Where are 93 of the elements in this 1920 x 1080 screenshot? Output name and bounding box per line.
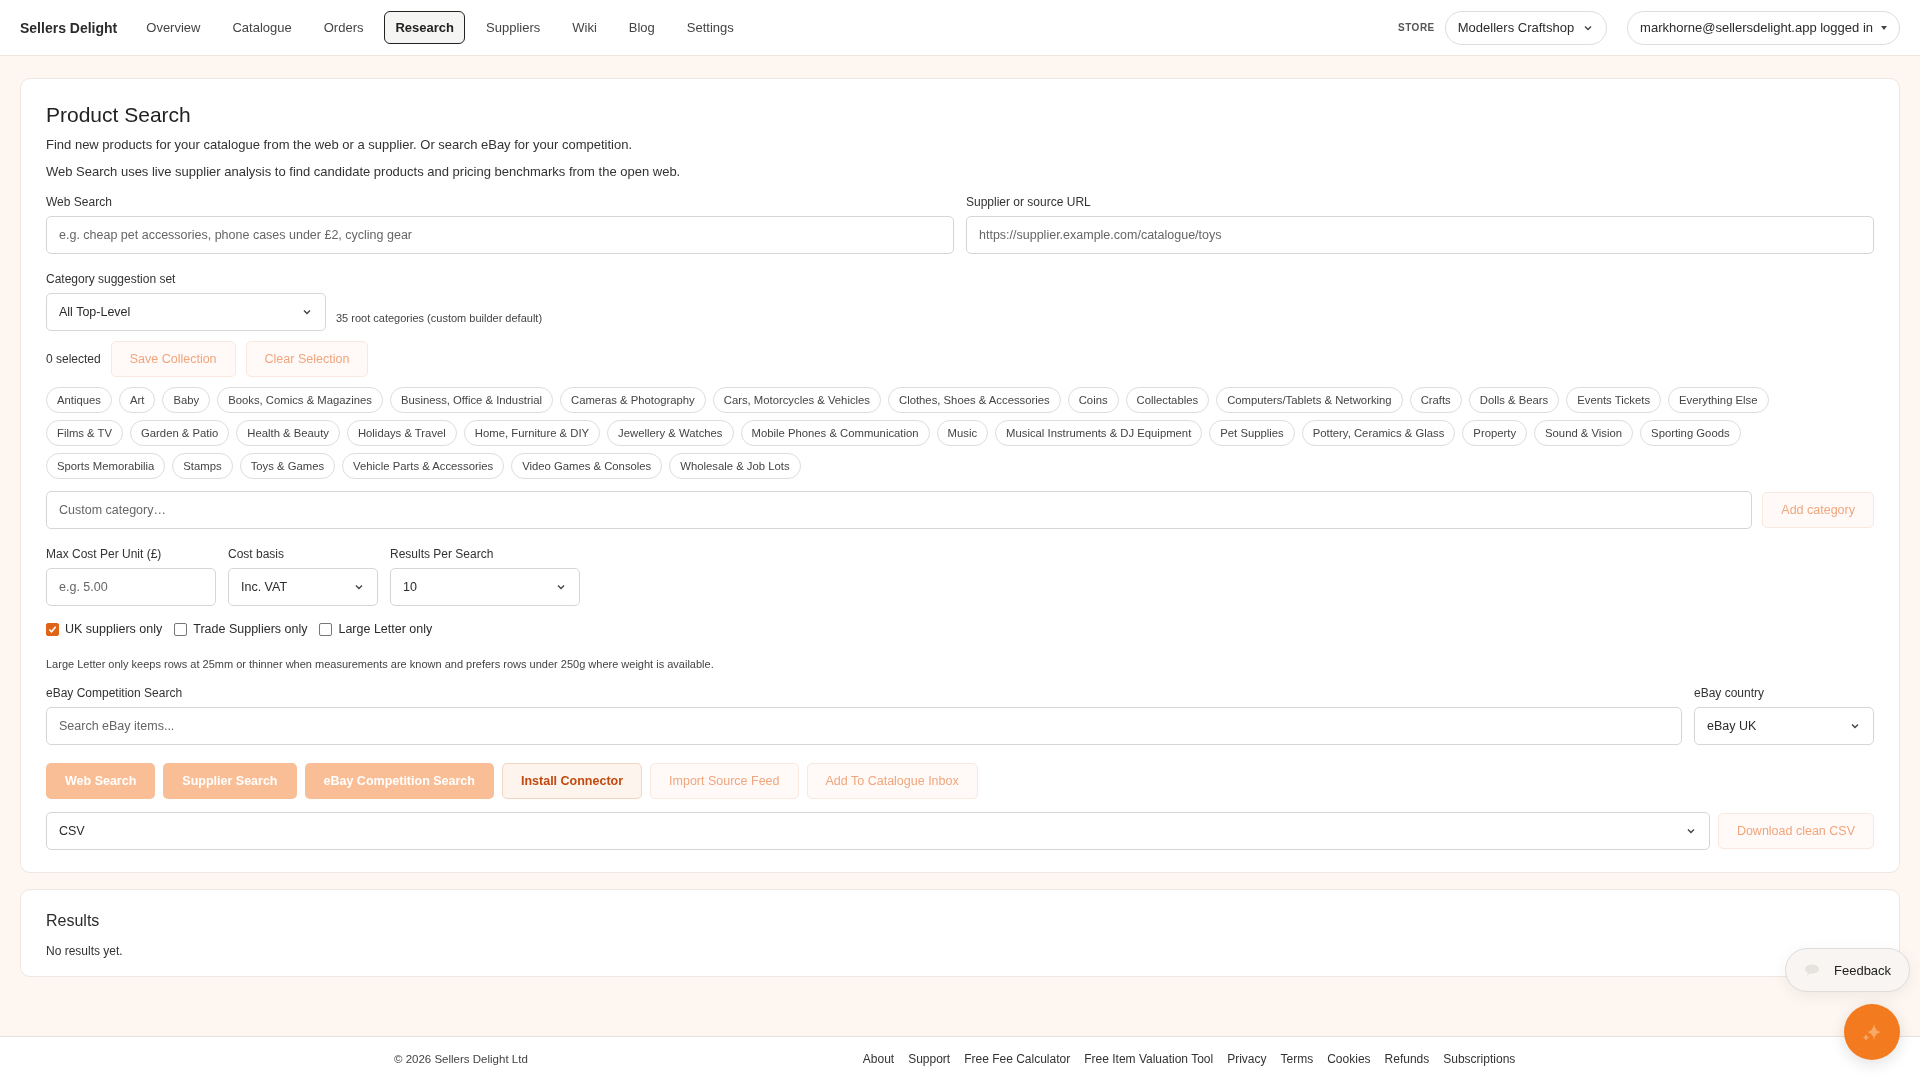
footer-link[interactable]: Support [908, 1051, 951, 1066]
store-selector[interactable]: Modellers Craftshop [1444, 10, 1608, 45]
field-label: Category suggestion set [46, 272, 177, 286]
dropdown[interactable]: All Top-Level [46, 293, 326, 331]
button[interactable]: Install Connector [501, 763, 643, 799]
checkbox-label: UK suppliers only [65, 622, 163, 636]
checkbox[interactable] [174, 622, 188, 636]
footer-link[interactable]: Cookies [1327, 1051, 1371, 1066]
footer-link[interactable]: About [862, 1051, 895, 1066]
dropdown[interactable]: eBay UK [1694, 707, 1874, 745]
account-menu[interactable]: markhorne@sellersdelight.app logged in [1627, 10, 1900, 45]
copyright-text: © 2026 Sellers Delight Ltd [394, 1052, 528, 1065]
category-chip[interactable]: Holidays & Travel [346, 420, 457, 446]
helper-text: 35 root categories (custom builder default) [336, 312, 543, 324]
brand-name: Sellers Delight [20, 19, 118, 36]
category-chip[interactable]: Cameras & Photography [560, 387, 706, 413]
category-chip[interactable]: Health & Beauty [236, 420, 340, 446]
category-chip[interactable]: Cars, Motorcycles & Vehicles [712, 387, 881, 413]
field-label: eBay country [1694, 686, 1766, 700]
category-chip[interactable]: Coins [1067, 387, 1119, 413]
category-chip[interactable]: Property [1462, 420, 1528, 446]
footer-link[interactable]: Subscriptions [1443, 1051, 1516, 1066]
feedback-button[interactable]: Feedback [1785, 948, 1911, 992]
category-chip[interactable]: Garden & Patio [130, 420, 230, 446]
category-chip[interactable]: Antiques [46, 387, 112, 413]
category-chip[interactable]: Toys & Games [239, 453, 336, 479]
category-chip[interactable]: Events Tickets [1566, 387, 1662, 413]
category-chip[interactable]: Business, Office & Industrial [389, 387, 553, 413]
category-chip[interactable]: Everything Else [1668, 387, 1769, 413]
category-chip[interactable]: Pottery, Ceramics & Glass [1301, 420, 1456, 446]
field-label: Results Per Search [390, 547, 495, 561]
checkbox[interactable] [319, 622, 333, 636]
nav-tab[interactable]: Research [384, 11, 465, 44]
empty-state-text: No results yet. [46, 944, 124, 958]
selection-count: 0 selected [46, 352, 101, 366]
helper-text: Large Letter only keeps rows at 25mm or thinner when measurements are known and prefers rows under 250g where weight is available. [46, 658, 715, 670]
dropdown[interactable]: Inc. VAT [228, 568, 378, 606]
category-chip[interactable]: Sound & Vision [1534, 420, 1634, 446]
nav-tab[interactable]: Settings [675, 11, 745, 44]
input-field[interactable]: Search eBay items... [46, 707, 1682, 745]
nav-tab[interactable]: Blog [617, 11, 666, 44]
category-chip[interactable]: Sports Memorabilia [46, 453, 166, 479]
category-chip[interactable]: Home, Furniture & DIY [463, 420, 601, 446]
input-field[interactable]: e.g. 5.00 [46, 568, 216, 606]
category-chip[interactable]: Musical Instruments & DJ Equipment [995, 420, 1203, 446]
category-chip[interactable]: Pet Supplies [1209, 420, 1295, 446]
nav-tab[interactable]: Catalogue [221, 11, 303, 44]
footer-link[interactable]: Terms [1280, 1051, 1314, 1066]
page-title: Product Search [46, 103, 192, 127]
category-chip[interactable]: Clothes, Shoes & Accessories [888, 387, 1061, 413]
field-label: Supplier or source URL [966, 195, 1092, 209]
category-chip[interactable]: Vehicle Parts & Accessories [342, 453, 505, 479]
footer-link[interactable]: Free Fee Calculator [964, 1051, 1071, 1066]
category-chip[interactable]: Art [118, 387, 156, 413]
nav-tab[interactable]: Suppliers [475, 11, 552, 44]
category-chip[interactable]: Books, Comics & Magazines [217, 387, 383, 413]
category-chip[interactable]: Computers/Tablets & Networking [1216, 387, 1403, 413]
dropdown[interactable]: 10 [390, 568, 580, 606]
checkbox-label: Large Letter only [338, 622, 433, 636]
category-chip[interactable]: Films & TV [46, 420, 124, 446]
category-chip[interactable]: Wholesale & Job Lots [669, 453, 801, 479]
checkbox-label: Trade Suppliers only [193, 622, 308, 636]
caret-icon [1881, 25, 1887, 30]
field-label: Max Cost Per Unit (£) [46, 547, 163, 561]
store-label: STORE [1398, 22, 1435, 33]
input-field[interactable]: https://supplier.example.com/catalogue/toys [966, 216, 1874, 254]
description-text: Find new products for your catalogue from the web or a supplier. Or search eBay for your competition. [46, 137, 633, 152]
category-chip[interactable]: Jewellery & Watches [607, 420, 734, 446]
category-chip[interactable]: Baby [162, 387, 211, 413]
nav-tab[interactable]: Orders [312, 11, 375, 44]
input-field[interactable]: Custom category… [46, 491, 1753, 529]
field-label: eBay Competition Search [46, 686, 184, 700]
nav-tab[interactable]: Wiki [561, 11, 608, 44]
category-chip[interactable]: Collectables [1125, 387, 1210, 413]
section-title: Results [46, 912, 101, 930]
input-field[interactable]: e.g. cheap pet accessories, phone cases under £2, cycling gear [46, 216, 954, 254]
description-text: Web Search uses live supplier analysis to find candidate products and pricing benchmarks from the open web. [46, 164, 682, 179]
footer-link[interactable]: Privacy [1227, 1051, 1267, 1066]
category-chip[interactable]: Music [936, 420, 989, 446]
category-chip[interactable]: Video Games & Consoles [511, 453, 663, 479]
category-chip[interactable]: Crafts [1409, 387, 1462, 413]
assistant-button[interactable] [1844, 1004, 1900, 1060]
footer-link[interactable]: Free Item Valuation Tool [1084, 1051, 1214, 1066]
dropdown[interactable]: CSV [46, 812, 1710, 850]
category-chip[interactable]: Mobile Phones & Communication [740, 420, 930, 446]
field-label: Cost basis [228, 547, 286, 561]
footer-link[interactable]: Refunds [1384, 1051, 1430, 1066]
checkbox[interactable] [46, 622, 59, 636]
field-label: Web Search [46, 195, 113, 209]
nav-tab[interactable]: Overview [135, 11, 212, 44]
category-chip[interactable]: Dolls & Bears [1468, 387, 1560, 413]
category-chip[interactable]: Sporting Goods [1640, 420, 1741, 446]
category-chip[interactable]: Stamps [172, 453, 233, 479]
